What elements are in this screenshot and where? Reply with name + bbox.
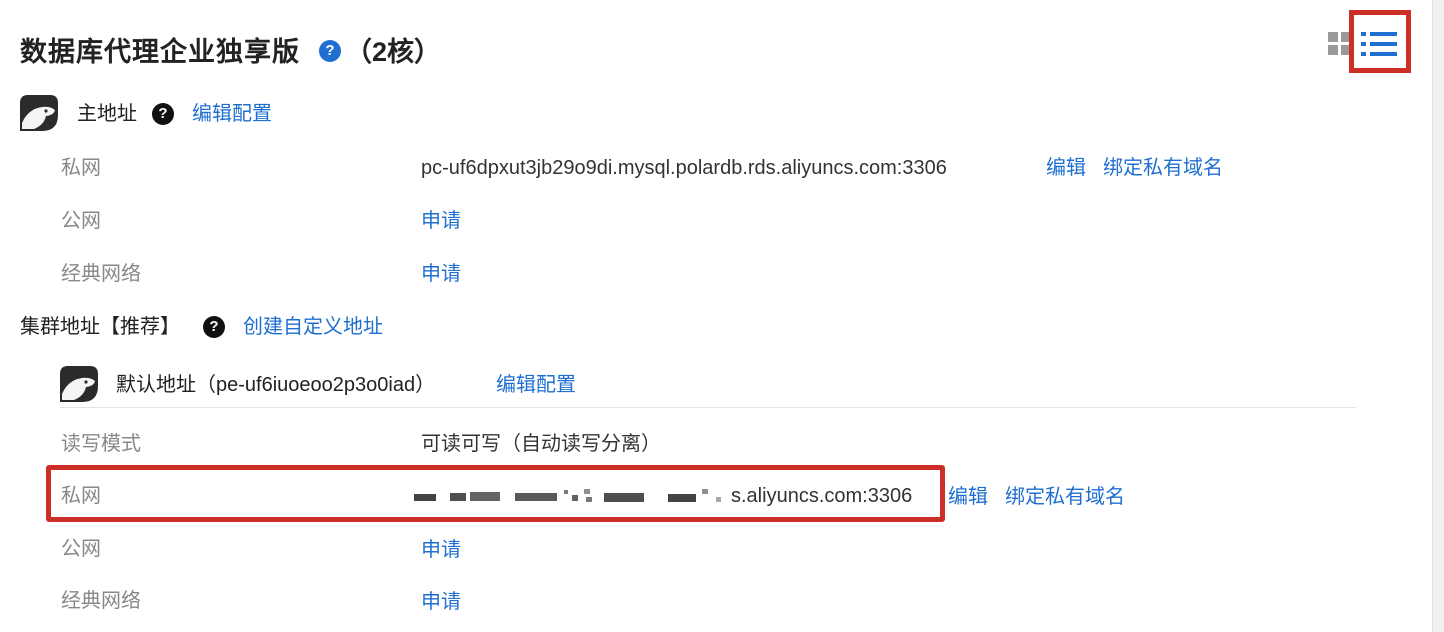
primary-classic-apply-link[interactable]: 申请	[421, 262, 461, 286]
cluster-row-label-classic: 经典网络	[61, 590, 141, 612]
divider	[60, 407, 1356, 408]
primary-private-bind-domain-link[interactable]: 绑定私有域名	[1103, 156, 1223, 180]
core-count: （2核）	[345, 37, 442, 67]
primary-row-label-classic: 经典网络	[61, 263, 141, 285]
cluster-row-label-rw-mode: 读写模式	[61, 433, 141, 455]
primary-row-label-private: 私网	[61, 157, 101, 179]
default-endpoint-edit-config-link[interactable]: 编辑配置	[496, 373, 576, 397]
cluster-row-label-public: 公网	[61, 538, 101, 560]
redacted-hostname	[414, 486, 734, 508]
primary-private-endpoint: pc-uf6dpxut3jb29o9di.mysql.polardb.rds.a…	[421, 157, 947, 179]
cluster-rw-mode-value: 可读可写（自动读写分离）	[421, 433, 661, 455]
primary-edit-config-link[interactable]: 编辑配置	[192, 102, 272, 126]
help-circle-icon[interactable]: ?	[319, 40, 341, 62]
cluster-row-label-private: 私网	[61, 485, 101, 507]
help-circle-icon[interactable]: ?	[152, 103, 174, 125]
list-view-icon[interactable]	[1361, 31, 1397, 57]
cluster-private-endpoint: s.aliyuncs.com:3306	[731, 485, 913, 507]
primary-public-apply-link[interactable]: 申请	[421, 209, 461, 233]
cluster-private-edit-link[interactable]: 编辑	[948, 485, 988, 509]
cluster-address-title: 集群地址【推荐】	[20, 316, 180, 338]
vertical-scrollbar[interactable]	[1432, 0, 1444, 632]
default-endpoint-title: 默认地址（pe-uf6iuoeoo2p3o0iad）	[116, 374, 436, 396]
primary-row-label-public: 公网	[61, 210, 101, 232]
page-title: 数据库代理企业独享版	[20, 37, 300, 67]
cluster-private-bind-domain-link[interactable]: 绑定私有域名	[1005, 485, 1125, 509]
create-custom-address-link[interactable]: 创建自定义地址	[243, 315, 383, 339]
help-circle-icon[interactable]: ?	[203, 316, 225, 338]
polardb-bear-icon	[20, 95, 58, 131]
primary-address-title: 主地址	[77, 103, 137, 125]
cluster-public-apply-link[interactable]: 申请	[421, 538, 461, 562]
polardb-bear-icon	[60, 366, 98, 402]
cluster-classic-apply-link[interactable]: 申请	[421, 590, 461, 614]
primary-private-edit-link[interactable]: 编辑	[1046, 156, 1086, 180]
